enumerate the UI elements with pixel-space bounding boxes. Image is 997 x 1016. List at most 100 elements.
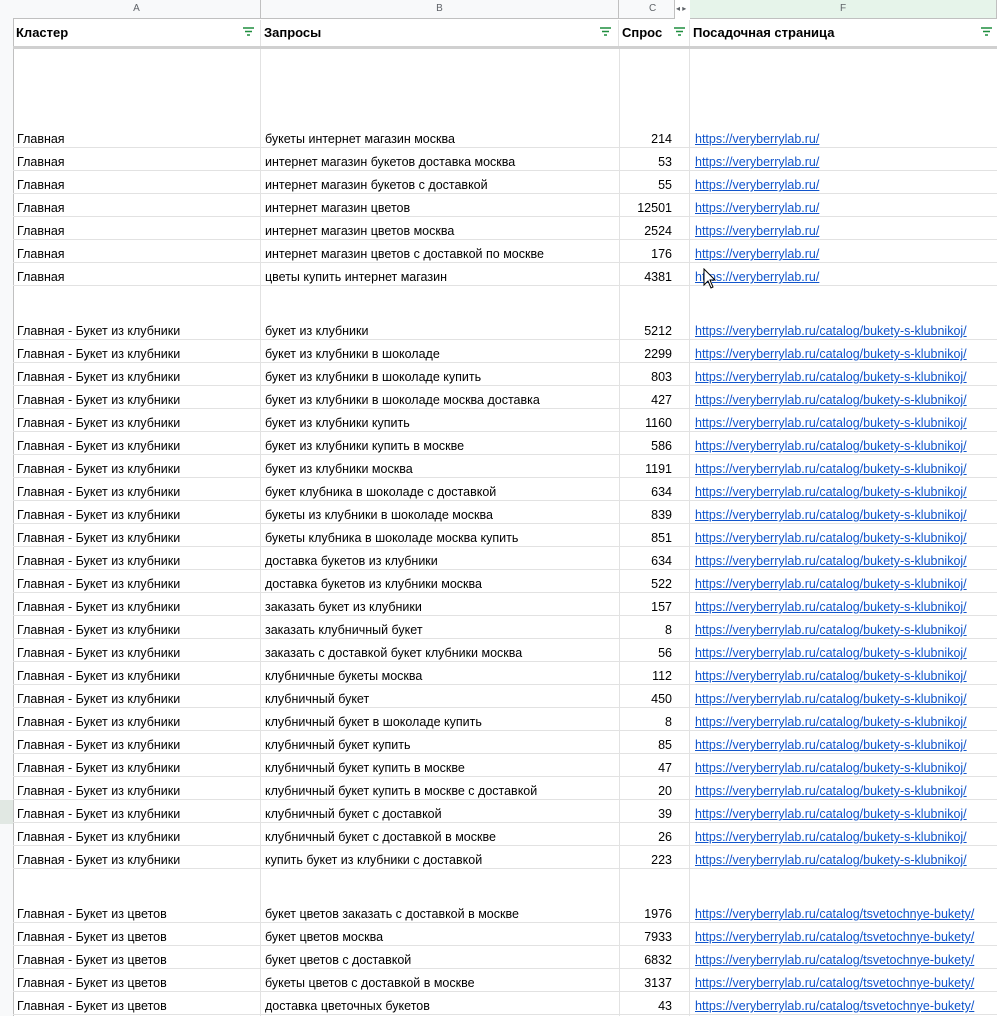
cell-demand[interactable]: 157 [620, 593, 672, 615]
cell-landing-link[interactable]: https://veryberrylab.ru/catalog/tsvetoch… [695, 992, 997, 1014]
cell-demand[interactable]: 522 [620, 570, 672, 592]
cell-landing-link[interactable]: https://veryberrylab.ru/catalog/bukety-s… [695, 386, 997, 408]
cell-landing-link[interactable]: https://veryberrylab.ru/catalog/bukety-s… [695, 754, 997, 776]
cell-demand[interactable]: 3137 [620, 969, 672, 991]
cell-landing-link[interactable]: https://veryberrylab.ru/catalog/tsvetoch… [695, 946, 997, 968]
cell-query[interactable]: клубничный букет купить в москве [265, 754, 617, 776]
cell-query[interactable]: букет из клубники в шоколаде купить [265, 363, 617, 385]
cell-demand[interactable]: 803 [620, 363, 672, 385]
cell-query[interactable]: клубничный букет купить в москве с доста… [265, 777, 617, 799]
cell-cluster[interactable]: Главная [17, 148, 257, 170]
cell-cluster[interactable]: Главная [17, 217, 257, 239]
cell-query[interactable]: заказать с доставкой букет клубники моск… [265, 639, 617, 661]
table-row[interactable]: Главная - Букет из клубники заказать с до… [13, 639, 997, 662]
cell-demand[interactable]: 2524 [620, 217, 672, 239]
cell-landing-link[interactable]: https://veryberrylab.ru/catalog/bukety-s… [695, 708, 997, 730]
table-row[interactable]: Главная интернет магазин цветов с доставк… [13, 240, 997, 263]
table-row[interactable]: Главная - Букет из клубники букет из клуб… [13, 432, 997, 455]
cell-query[interactable]: букеты клубника в шоколаде москва купить [265, 524, 617, 546]
cell-query[interactable]: букеты цветов с доставкой в москве [265, 969, 617, 991]
table-row[interactable]: Главная - Букет из цветов букеты цветов с… [13, 969, 997, 992]
cell-landing-link[interactable]: https://veryberrylab.ru/catalog/bukety-s… [695, 731, 997, 753]
cell-demand[interactable]: 4381 [620, 263, 672, 285]
cell-demand[interactable]: 427 [620, 386, 672, 408]
blank-row[interactable] [13, 49, 997, 125]
cell-cluster[interactable]: Главная - Букет из клубники [17, 501, 257, 523]
cell-query[interactable]: букет из клубники [265, 317, 617, 339]
table-row[interactable]: Главная интернет магазин цветов 12501 https… [13, 194, 997, 217]
cell-landing-link[interactable]: https://veryberrylab.ru/catalog/bukety-s… [695, 639, 997, 661]
cell-cluster[interactable]: Главная - Букет из цветов [17, 969, 257, 991]
table-row[interactable]: Главная цветы купить интернет магазин 4381… [13, 263, 997, 286]
cell-demand[interactable]: 176 [620, 240, 672, 262]
cell-cluster[interactable]: Главная - Букет из клубники [17, 340, 257, 362]
table-row[interactable]: Главная - Букет из клубники букеты из клу… [13, 501, 997, 524]
table-row[interactable]: Главная - Букет из клубники клубничный бу… [13, 800, 997, 823]
table-row[interactable]: Главная - Букет из клубники купить букет … [13, 846, 997, 869]
cell-query[interactable]: интернет магазин цветов москва [265, 217, 617, 239]
cell-landing-link[interactable]: https://veryberrylab.ru/catalog/bukety-s… [695, 570, 997, 592]
table-row[interactable]: Главная - Букет из клубники клубничный бу… [13, 731, 997, 754]
table-row[interactable]: Главная - Букет из клубники букет из клуб… [13, 363, 997, 386]
table-row[interactable]: Главная - Букет из клубники клубничный бу… [13, 754, 997, 777]
cell-query[interactable]: букет цветов заказать с доставкой в моск… [265, 900, 617, 922]
cell-landing-link[interactable]: https://veryberrylab.ru/catalog/bukety-s… [695, 547, 997, 569]
table-row[interactable]: Главная - Букет из клубники доставка буке… [13, 570, 997, 593]
cell-query[interactable]: доставка букетов из клубники [265, 547, 617, 569]
cell-cluster[interactable]: Главная - Букет из цветов [17, 992, 257, 1014]
cell-cluster[interactable]: Главная - Букет из клубники [17, 386, 257, 408]
cell-cluster[interactable]: Главная - Букет из клубники [17, 685, 257, 707]
cell-demand[interactable]: 26 [620, 823, 672, 845]
cell-landing-link[interactable]: https://veryberrylab.ru/catalog/tsvetoch… [695, 923, 997, 945]
cell-demand[interactable]: 5212 [620, 317, 672, 339]
cell-landing-link[interactable]: https://veryberrylab.ru/catalog/bukety-s… [695, 409, 997, 431]
cell-query[interactable]: заказать букет из клубники [265, 593, 617, 615]
cell-cluster[interactable]: Главная - Букет из клубники [17, 639, 257, 661]
table-row[interactable]: Главная - Букет из клубники букет из клуб… [13, 340, 997, 363]
cell-query[interactable]: доставка цветочных букетов [265, 992, 617, 1014]
cell-landing-link[interactable]: https://veryberrylab.ru/catalog/bukety-s… [695, 455, 997, 477]
cell-landing-link[interactable]: https://veryberrylab.ru/catalog/bukety-s… [695, 662, 997, 684]
cell-query[interactable]: букет из клубники купить [265, 409, 617, 431]
cell-cluster[interactable]: Главная - Букет из клубники [17, 363, 257, 385]
cell-cluster[interactable]: Главная [17, 240, 257, 262]
cell-cluster[interactable]: Главная - Букет из клубники [17, 317, 257, 339]
cell-demand[interactable]: 634 [620, 478, 672, 500]
cell-query[interactable]: интернет магазин букетов доставка москва [265, 148, 617, 170]
table-row[interactable]: Главная - Букет из клубники клубничные бу… [13, 662, 997, 685]
table-row[interactable]: Главная - Букет из цветов букет цветов за… [13, 900, 997, 923]
cell-landing-link[interactable]: https://veryberrylab.ru/catalog/bukety-s… [695, 800, 997, 822]
cell-demand[interactable]: 56 [620, 639, 672, 661]
cell-cluster[interactable]: Главная - Букет из клубники [17, 846, 257, 868]
table-row[interactable]: Главная интернет магазин цветов москва 252… [13, 217, 997, 240]
table-row[interactable]: Главная букеты интернет магазин москва 214… [13, 125, 997, 148]
table-row[interactable]: Главная - Букет из клубники клубничный бу… [13, 685, 997, 708]
cell-landing-link[interactable]: https://veryberrylab.ru/catalog/bukety-s… [695, 846, 997, 868]
cell-query[interactable]: клубничный букет с доставкой в москве [265, 823, 617, 845]
cell-cluster[interactable]: Главная - Букет из клубники [17, 455, 257, 477]
cell-cluster[interactable]: Главная [17, 125, 257, 147]
cell-landing-link[interactable]: https://veryberrylab.ru/catalog/bukety-s… [695, 478, 997, 500]
cell-query[interactable]: букеты интернет магазин москва [265, 125, 617, 147]
cell-cluster[interactable]: Главная - Букет из клубники [17, 409, 257, 431]
blank-row[interactable] [13, 869, 997, 900]
table-row[interactable]: Главная - Букет из клубники заказать буке… [13, 593, 997, 616]
cell-cluster[interactable]: Главная - Букет из клубники [17, 524, 257, 546]
cell-demand[interactable]: 1160 [620, 409, 672, 431]
cell-demand[interactable]: 851 [620, 524, 672, 546]
cell-demand[interactable]: 55 [620, 171, 672, 193]
cell-cluster[interactable]: Главная [17, 263, 257, 285]
cell-cluster[interactable]: Главная - Букет из клубники [17, 708, 257, 730]
cell-cluster[interactable]: Главная - Букет из цветов [17, 900, 257, 922]
filter-icon[interactable] [600, 27, 611, 36]
cell-landing-link[interactable]: https://veryberrylab.ru/ [695, 194, 997, 216]
cell-demand[interactable]: 8 [620, 616, 672, 638]
cell-demand[interactable]: 7933 [620, 923, 672, 945]
cell-cluster[interactable]: Главная - Букет из клубники [17, 478, 257, 500]
cell-query[interactable]: букет цветов с доставкой [265, 946, 617, 968]
header-queries[interactable]: Запросы [261, 20, 619, 46]
cell-landing-link[interactable]: https://veryberrylab.ru/catalog/bukety-s… [695, 823, 997, 845]
cell-landing-link[interactable]: https://veryberrylab.ru/catalog/bukety-s… [695, 593, 997, 615]
cell-cluster[interactable]: Главная - Букет из клубники [17, 800, 257, 822]
cell-landing-link[interactable]: https://veryberrylab.ru/catalog/tsvetoch… [695, 900, 997, 922]
